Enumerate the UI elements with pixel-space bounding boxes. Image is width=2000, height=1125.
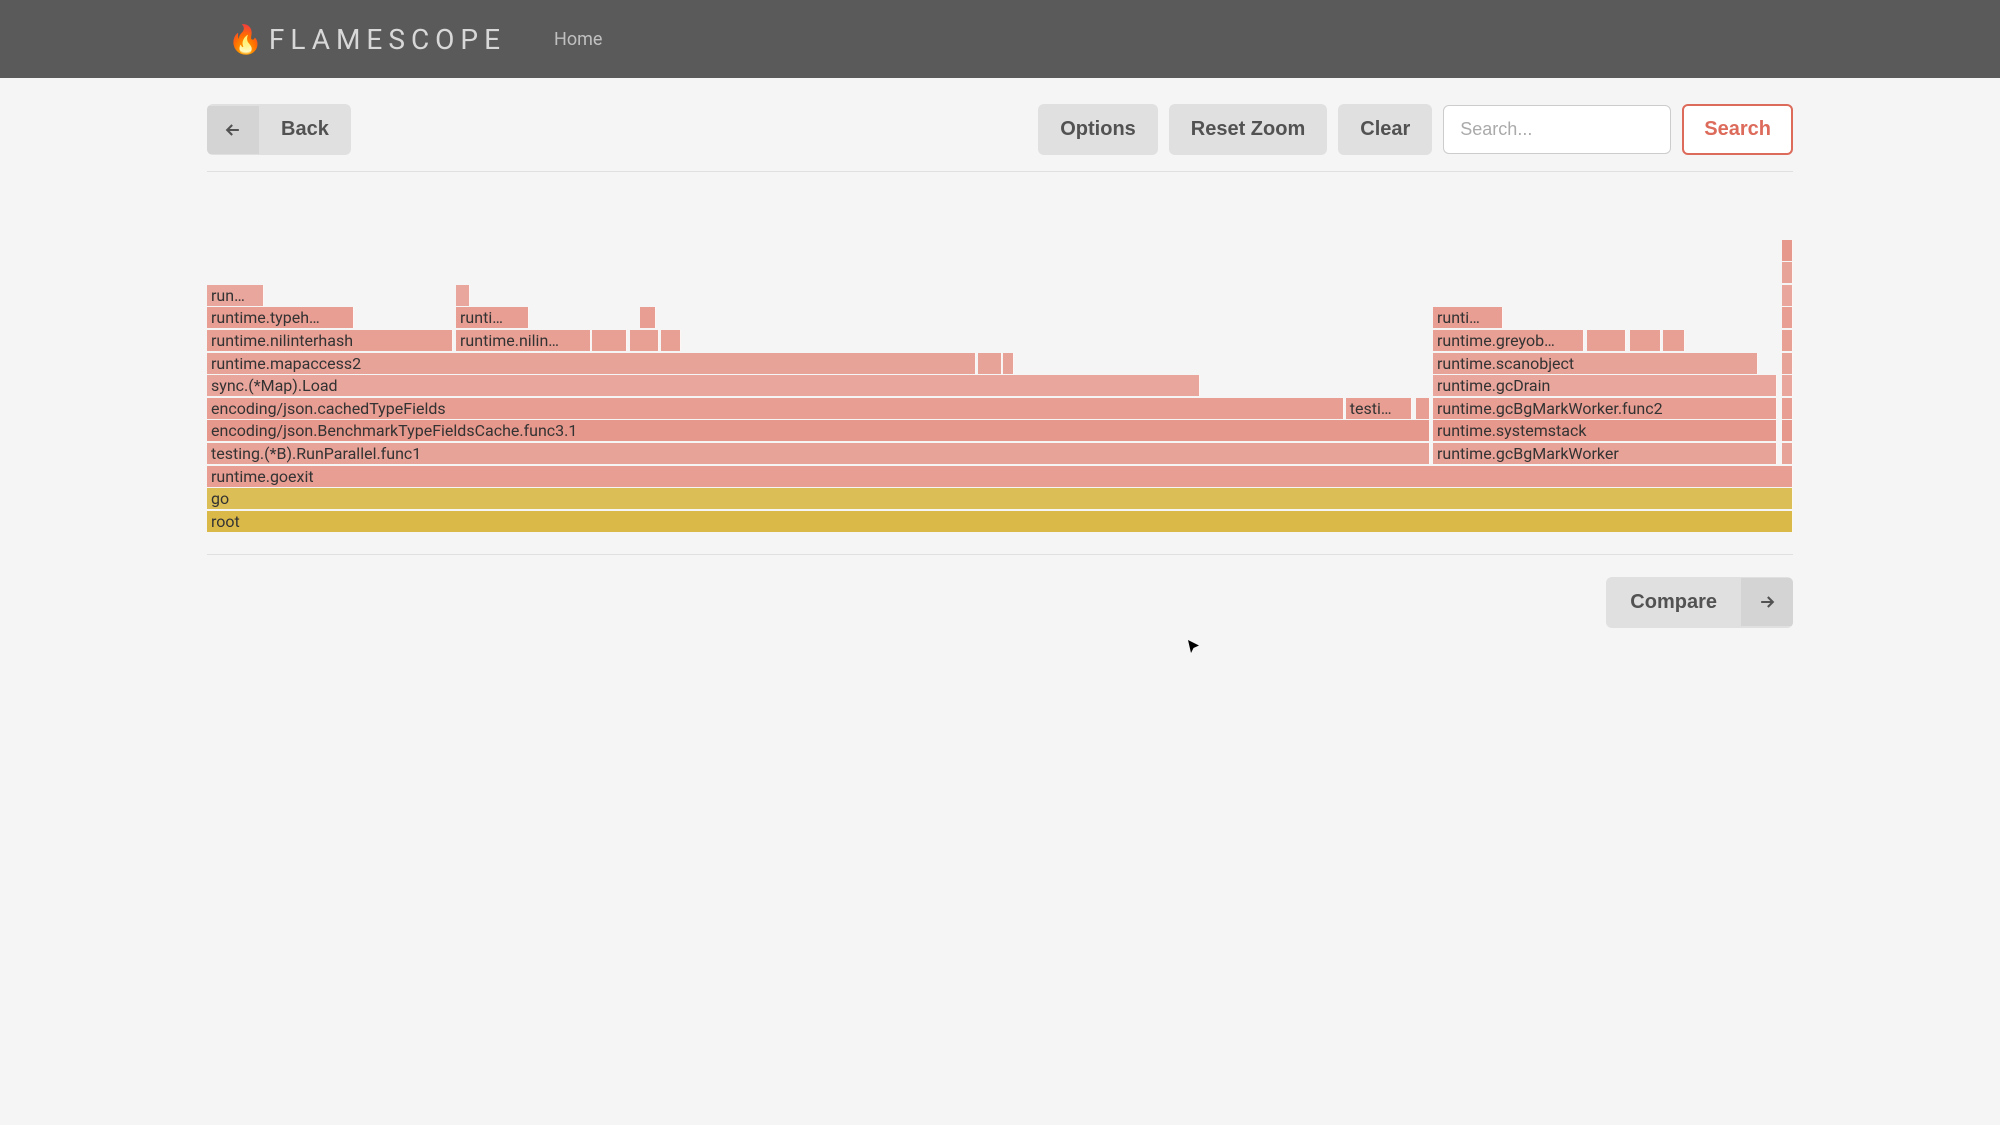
search-button[interactable]: Search	[1682, 104, 1793, 155]
flame-frame[interactable]	[1782, 330, 1793, 351]
flame-frame[interactable]: testi…	[1346, 398, 1413, 419]
flame-frame[interactable]: testing.(*B).RunParallel.func1	[207, 443, 1430, 464]
flame-frame[interactable]: runti…	[1433, 307, 1503, 328]
cursor-icon	[1186, 639, 1202, 660]
flame-frame[interactable]	[1416, 398, 1430, 419]
compare-row: Compare	[207, 555, 1793, 628]
flame-frame[interactable]: runtime.scanobject	[1433, 353, 1758, 374]
app-header: 🔥 FLAMESCOPE Home	[0, 0, 2000, 78]
flame-frame[interactable]: runti…	[456, 307, 529, 328]
flame-frame[interactable]: root	[207, 511, 1793, 532]
flame-frame[interactable]	[1782, 353, 1793, 374]
flame-frame[interactable]	[1782, 398, 1793, 419]
flame-frame[interactable]	[1663, 330, 1685, 351]
search-input[interactable]	[1443, 105, 1671, 154]
flame-frame[interactable]	[1782, 240, 1793, 261]
arrow-right-icon	[1741, 578, 1793, 626]
flame-frame[interactable]: runtime.mapaccess2	[207, 353, 976, 374]
flame-frame[interactable]	[1782, 307, 1793, 328]
flame-frame[interactable]: runtime.goexit	[207, 466, 1793, 487]
toolbar-left: Back	[207, 104, 351, 155]
flame-frame[interactable]: sync.(*Map).Load	[207, 375, 1200, 396]
arrow-left-icon	[207, 106, 259, 154]
flame-frame[interactable]	[1782, 375, 1793, 396]
flame-frame[interactable]	[1587, 330, 1627, 351]
flamegraph[interactable]: rootgoruntime.goexittesting.(*B).RunPara…	[207, 238, 1793, 532]
flame-frame[interactable]: go	[207, 488, 1793, 509]
compare-button-label: Compare	[1606, 577, 1741, 628]
flame-frame[interactable]: runtime.gcDrain	[1433, 375, 1777, 396]
flame-frame[interactable]: encoding/json.BenchmarkTypeFieldsCache.f…	[207, 420, 1430, 441]
options-button[interactable]: Options	[1038, 104, 1158, 155]
flame-frame[interactable]: runtime.gcBgMarkWorker.func2	[1433, 398, 1777, 419]
flame-frame[interactable]	[456, 285, 470, 306]
clear-button[interactable]: Clear	[1338, 104, 1432, 155]
flame-frame[interactable]	[1782, 262, 1793, 283]
reset-zoom-button[interactable]: Reset Zoom	[1169, 104, 1327, 155]
flame-frame[interactable]: runtime.systemstack	[1433, 420, 1777, 441]
logo: 🔥 FLAMESCOPE	[228, 23, 506, 56]
flame-frame[interactable]	[630, 330, 659, 351]
toolbar-right: Options Reset Zoom Clear Search	[1038, 104, 1793, 155]
flame-frame[interactable]	[1630, 330, 1662, 351]
flame-frame[interactable]	[640, 307, 656, 328]
toolbar: Back Options Reset Zoom Clear Search	[207, 78, 1793, 172]
back-button-label: Back	[259, 104, 351, 155]
flame-frame[interactable]: runtime.gcBgMarkWorker	[1433, 443, 1777, 464]
flame-frame[interactable]	[1003, 353, 1014, 374]
flame-icon: 🔥	[228, 23, 263, 56]
nav-home-link[interactable]: Home	[554, 29, 602, 50]
flame-frame[interactable]: runtime.typeh…	[207, 307, 354, 328]
flame-frame[interactable]	[1782, 420, 1793, 441]
flamegraph-container: rootgoruntime.goexittesting.(*B).RunPara…	[207, 172, 1793, 555]
flame-frame[interactable]	[1782, 443, 1793, 464]
flame-frame[interactable]	[1782, 285, 1793, 306]
flame-frame[interactable]: runtime.nilin…	[456, 330, 591, 351]
flame-frame[interactable]	[592, 330, 627, 351]
flame-frame[interactable]: runtime.greyob…	[1433, 330, 1584, 351]
back-button[interactable]: Back	[207, 104, 351, 155]
compare-button[interactable]: Compare	[1606, 577, 1793, 628]
flame-frame[interactable]: encoding/json.cachedTypeFields	[207, 398, 1344, 419]
flame-frame[interactable]	[661, 330, 682, 351]
flame-frame[interactable]	[978, 353, 1002, 374]
flame-frame[interactable]: runtime.nilinterhash	[207, 330, 453, 351]
logo-text: FLAMESCOPE	[269, 23, 506, 56]
flame-frame[interactable]: run…	[207, 285, 264, 306]
